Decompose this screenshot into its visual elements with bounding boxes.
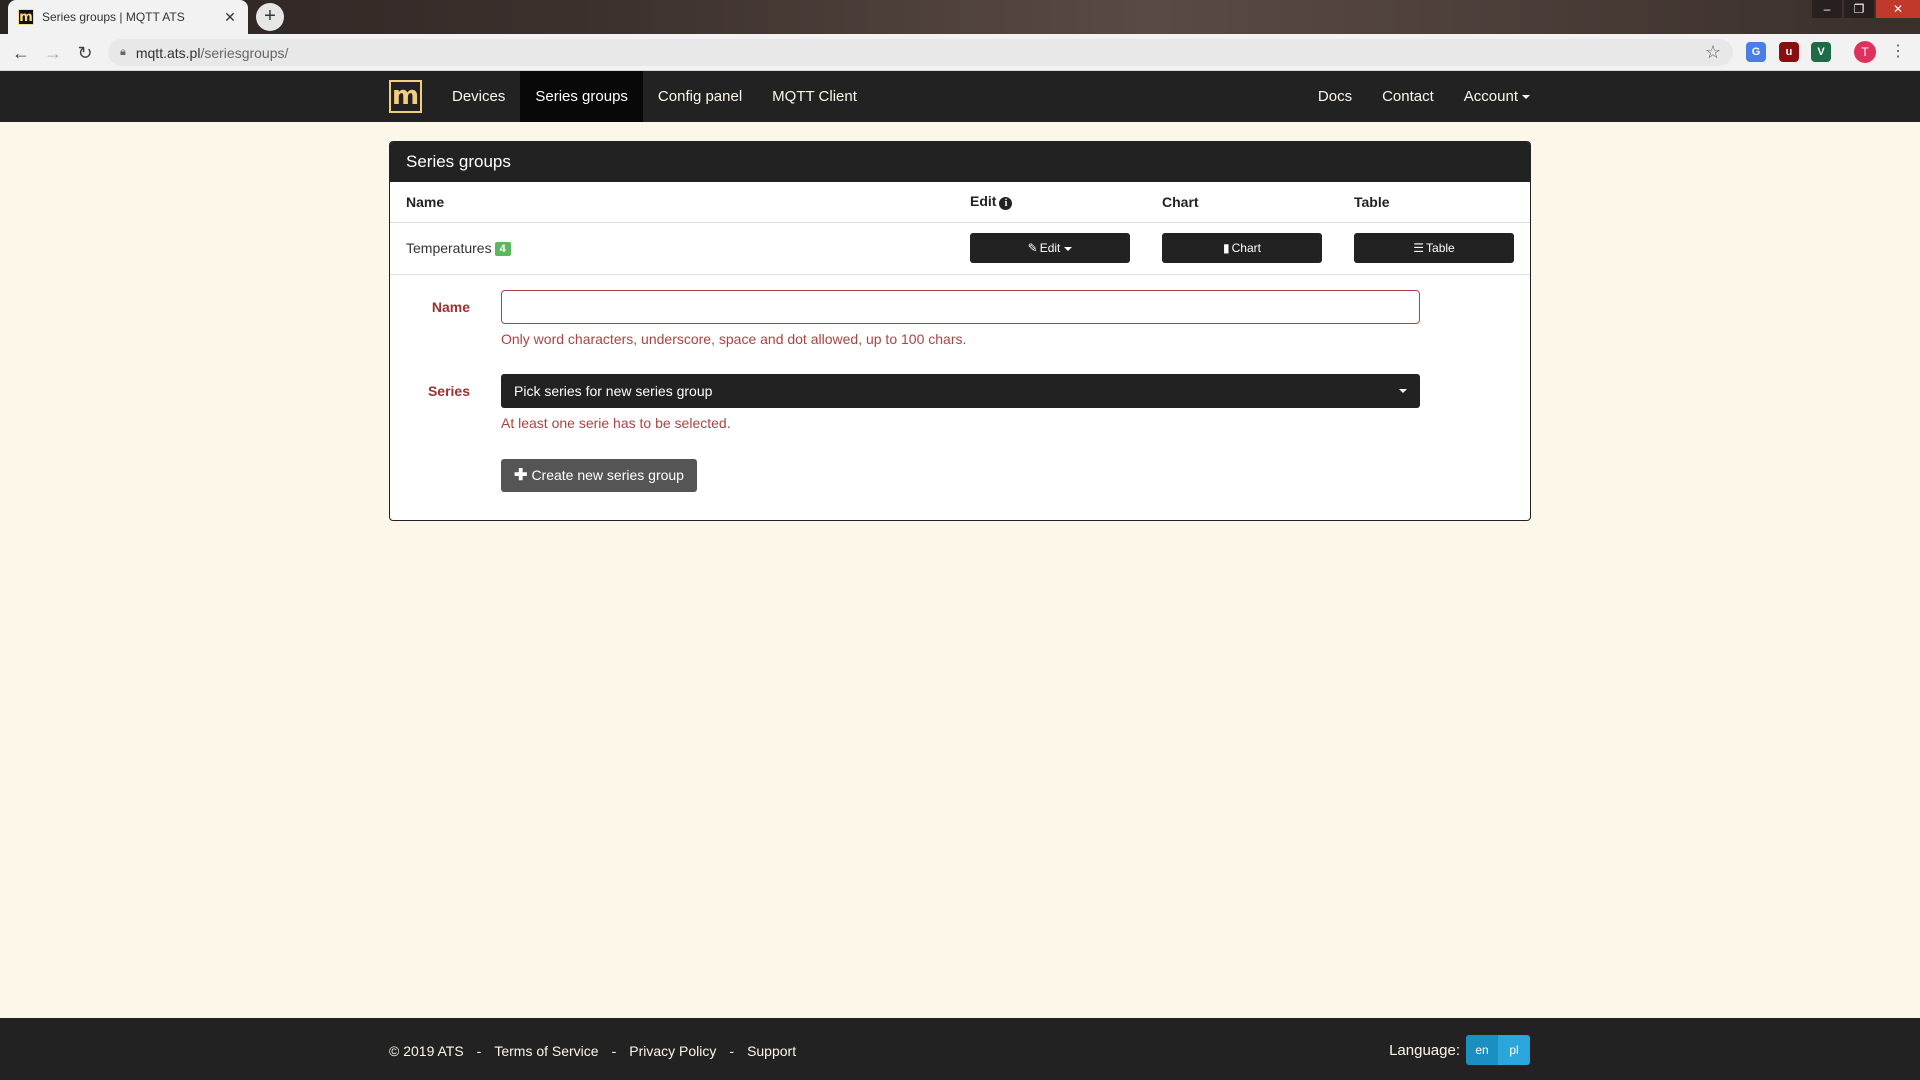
panel-title: Series groups — [390, 142, 1530, 182]
table-row: Temperatures 4 ✎ Edit ▮ Chart ☰ Table — [390, 222, 1530, 275]
series-count-badge: 4 — [494, 242, 511, 257]
url-text: mqtt.ats.pl/seriesgroups/ — [135, 44, 289, 61]
tab-close-icon[interactable]: ✕ — [222, 9, 238, 26]
nav-config-panel[interactable]: Config panel — [643, 71, 757, 122]
copyright-text: © 2019 ATS — [389, 1043, 464, 1059]
window-close-icon[interactable]: ✕ — [1876, 0, 1920, 18]
translate-extension-icon[interactable]: G — [1746, 42, 1766, 62]
language-en-button[interactable]: en — [1466, 1035, 1498, 1065]
table-button[interactable]: ☰ Table — [1354, 233, 1514, 263]
minimize-icon[interactable]: – — [1812, 0, 1842, 18]
caret-down-icon — [1399, 388, 1407, 393]
reload-icon[interactable]: ↻ — [72, 40, 98, 66]
lock-icon: 🔒︎ — [120, 46, 126, 58]
series-select[interactable]: Pick series for new series group — [501, 373, 1420, 408]
footer-separator: - — [611, 1043, 617, 1059]
window-controls: – ❐ ✕ — [1810, 0, 1920, 18]
profile-avatar[interactable]: T — [1854, 41, 1876, 63]
language-label: Language: — [1389, 1041, 1460, 1059]
browser-toolbar: ← → ↻ 🔒︎ mqtt.ats.pl/seriesgroups/ ☆ G u… — [0, 34, 1920, 71]
chart-cell: ▮ Chart — [1146, 222, 1338, 275]
edit-dropdown-button[interactable]: ✎ Edit — [970, 233, 1130, 263]
ublock-extension-icon[interactable]: u — [1779, 42, 1799, 62]
table-header-row: Name Edit i Chart Table — [390, 182, 1530, 223]
language-switcher: Language: en pl — [1389, 1035, 1530, 1065]
name-input[interactable] — [501, 289, 1420, 324]
bar-chart-icon: ▮ — [1223, 241, 1230, 255]
browser-menu-icon[interactable]: ⋮ — [1890, 41, 1906, 63]
footer-separator: - — [729, 1043, 735, 1059]
new-series-group-form: Name Only word characters, underscore, s… — [390, 275, 1530, 521]
vue-devtools-extension-icon[interactable]: V — [1811, 42, 1831, 62]
table-cell: ☰ Table — [1338, 222, 1530, 275]
series-select-placeholder: Pick series for new series group — [514, 382, 713, 399]
nav-contact[interactable]: Contact — [1367, 71, 1449, 122]
create-series-group-button[interactable]: ✚ Create new series group — [501, 458, 697, 492]
column-header-table: Table — [1338, 182, 1530, 223]
bookmark-star-icon[interactable]: ☆ — [1705, 42, 1721, 63]
plus-icon: ✚ — [514, 466, 528, 484]
brand-logo[interactable]: m — [389, 80, 422, 113]
back-arrow-icon[interactable]: ← — [8, 40, 34, 66]
right-nav: Docs Contact Account — [1303, 71, 1530, 122]
forward-arrow-icon[interactable]: → — [40, 40, 66, 66]
nav-devices[interactable]: Devices — [437, 71, 520, 122]
browser-tab[interactable]: m Series groups | MQTT ATS ✕ — [8, 0, 248, 34]
nav-series-groups[interactable]: Series groups — [520, 71, 643, 122]
caret-down-icon — [1522, 95, 1530, 100]
column-header-edit: Edit i — [954, 182, 1146, 223]
chart-button[interactable]: ▮ Chart — [1162, 233, 1322, 263]
footer-links: © 2019 ATS - Terms of Service - Privacy … — [389, 1043, 796, 1059]
series-groups-panel: Series groups Name Edit i Chart Table Tem… — [389, 141, 1531, 521]
edit-icon: ✎ — [1027, 241, 1038, 255]
series-group-name-cell: Temperatures 4 — [390, 222, 954, 275]
nav-account-dropdown[interactable]: Account — [1449, 71, 1530, 122]
series-label: Series — [427, 382, 470, 399]
restore-icon[interactable]: ❐ — [1844, 0, 1874, 18]
list-icon: ☰ — [1413, 241, 1425, 255]
app-navbar: m Devices Series groups Config panel MQT… — [0, 71, 1920, 122]
nav-mqtt-client[interactable]: MQTT Client — [757, 71, 872, 122]
info-circle-icon[interactable]: i — [999, 197, 1013, 211]
site-favicon-icon: m — [18, 9, 34, 25]
terms-of-service-link[interactable]: Terms of Service — [494, 1043, 598, 1059]
account-label: Account — [1463, 88, 1518, 105]
footer-separator: - — [476, 1043, 482, 1059]
address-bar[interactable]: 🔒︎ mqtt.ats.pl/seriesgroups/ ☆ — [108, 39, 1733, 66]
caret-down-icon — [1064, 246, 1073, 251]
main-nav: Devices Series groups Config panel MQTT … — [437, 71, 872, 122]
nav-docs[interactable]: Docs — [1303, 71, 1367, 122]
series-groups-table: Name Edit i Chart Table Temperatures 4 ✎ Ed… — [390, 182, 1530, 275]
browser-tabstrip: m Series groups | MQTT ATS ✕ + – ❐ ✕ — [0, 0, 1920, 34]
page-footer: © 2019 ATS - Terms of Service - Privacy … — [0, 1018, 1920, 1080]
name-help-text: Only word characters, underscore, space … — [501, 330, 967, 347]
series-group-name: Temperatures — [406, 239, 492, 256]
series-help-text: At least one serie has to be selected. — [501, 414, 731, 431]
tab-title: Series groups | MQTT ATS — [42, 10, 185, 24]
support-link[interactable]: Support — [747, 1043, 796, 1059]
new-tab-button[interactable]: + — [256, 3, 284, 31]
name-label: Name — [431, 298, 470, 315]
language-pl-button[interactable]: pl — [1498, 1035, 1530, 1065]
column-header-chart: Chart — [1146, 182, 1338, 223]
edit-cell: ✎ Edit — [954, 222, 1146, 275]
column-header-name: Name — [390, 182, 954, 223]
privacy-policy-link[interactable]: Privacy Policy — [629, 1043, 716, 1059]
